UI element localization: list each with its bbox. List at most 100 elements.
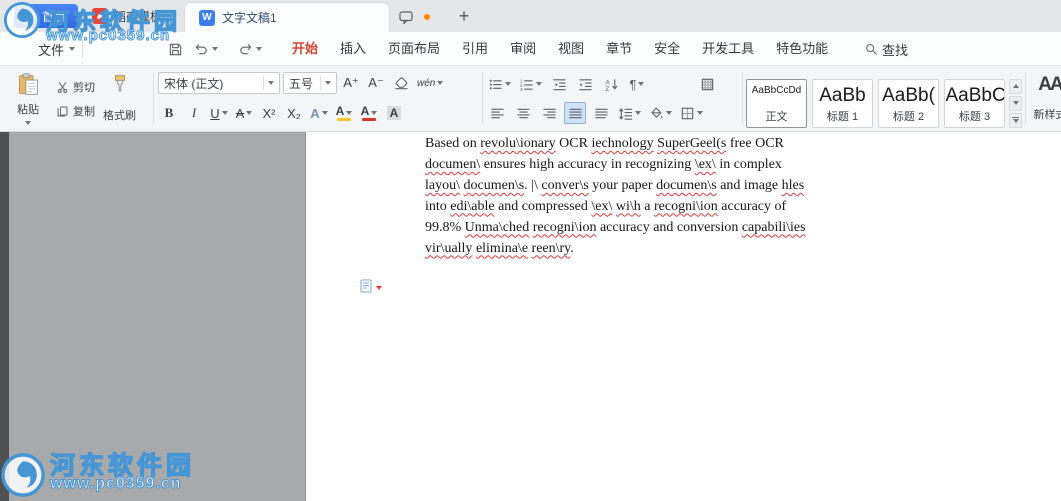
clipboard-group: 粘贴 剪切 复制 格式刷	[8, 70, 152, 128]
chevron-down-icon	[505, 82, 511, 86]
char-shading-button[interactable]: A	[383, 102, 405, 124]
sort-icon: AZ	[605, 78, 617, 92]
copy-button[interactable]: 复制	[56, 103, 95, 119]
doc-line: vir\ually elimina\e reen\ry.	[425, 239, 806, 260]
comment-icon[interactable]	[398, 9, 414, 25]
sort-button[interactable]: AZ	[600, 73, 622, 95]
save-button[interactable]	[166, 40, 184, 58]
underline-glyph: U	[210, 105, 220, 121]
menu-tab-开始[interactable]: 开始	[281, 32, 329, 66]
menu-tab-安全[interactable]: 安全	[643, 32, 691, 66]
style-label: 标题 2	[892, 110, 925, 123]
style-preview: AaBbC	[945, 84, 1004, 106]
divider	[82, 40, 83, 58]
styles-scroll-down-button[interactable]	[1009, 95, 1022, 111]
decrease-indent-button[interactable]	[548, 73, 570, 95]
misspelled-word: Unma\ched	[464, 219, 530, 235]
styles-more-button[interactable]	[1009, 112, 1022, 128]
menu-tab-审阅[interactable]: 审阅	[499, 32, 547, 66]
menubar: 文件 开始 插入 页面布局 引用 审阅 视图 章节 安全 开发工具 特色功能 查找	[0, 32, 1061, 66]
underline-button[interactable]: U	[208, 102, 230, 124]
chevron-down-icon	[371, 111, 378, 115]
doc-line: 99.8% Unma\ched recogni\ion accuracy and…	[425, 218, 806, 239]
misspelled-word: documen\s	[463, 177, 525, 193]
font-family-value: 宋体 (正文)	[164, 76, 224, 91]
menu-tab-特色功能[interactable]: 特色功能	[765, 32, 839, 66]
undo-dropdown-caret[interactable]	[212, 47, 218, 51]
chevron-down-icon	[437, 81, 444, 85]
menu-tab-插入[interactable]: 插入	[329, 32, 377, 66]
show-marks-button[interactable]: ¶	[626, 73, 648, 95]
document-page[interactable]: Based on revolu\ionary OCR iechnology Su…	[305, 132, 1061, 501]
line-spacing-button[interactable]	[616, 102, 643, 124]
chevron-down-icon	[666, 111, 672, 115]
styles-group: AaBbCcDd 正文 AaBb 标题 1 AaBb(标题 2 AaBbC 标题 3	[746, 74, 1022, 132]
style-option-正文[interactable]: AaBbCcDd 正文	[746, 78, 807, 128]
font-size-select[interactable]: 五号	[283, 72, 337, 94]
italic-button[interactable]: I	[183, 102, 205, 124]
new-style-group[interactable]: AA 新样式	[1030, 70, 1061, 128]
undo-button[interactable]	[192, 40, 210, 58]
superscript-button[interactable]: X²	[258, 102, 280, 124]
new-tab-button[interactable]: +	[452, 4, 476, 28]
cut-button[interactable]: 剪切	[56, 79, 95, 95]
chevron-down-icon	[246, 111, 253, 115]
menu-tab-引用[interactable]: 引用	[451, 32, 499, 66]
clear-format-button[interactable]	[390, 72, 412, 94]
shrink-font-button[interactable]: A⁻	[365, 72, 387, 94]
text-segment: Based on	[425, 136, 481, 151]
redo-button[interactable]	[236, 40, 254, 58]
home-button[interactable]: 首页	[14, 4, 78, 28]
paste-button[interactable]: 粘贴	[8, 70, 48, 128]
scissors-icon	[57, 81, 68, 93]
text-segment: your paper	[588, 177, 657, 193]
text-segment: 99.8%	[425, 219, 465, 235]
brush-icon	[114, 75, 125, 93]
paper-grid-button[interactable]	[696, 73, 718, 95]
align-right-button[interactable]	[538, 102, 560, 124]
text-effects-button[interactable]: A	[308, 102, 330, 124]
subscript-button[interactable]: X₂	[283, 102, 305, 124]
borders-button[interactable]	[678, 102, 705, 124]
find-label: 查找	[882, 42, 909, 58]
paste-options-float-button[interactable]	[358, 278, 382, 294]
style-option-标题 3[interactable]: AaBbC 标题 3	[944, 78, 1005, 128]
doc-line: into edi\able and compressed \ex\ wi\h a…	[425, 197, 806, 218]
align-justify-button[interactable]	[564, 102, 586, 124]
font-family-select[interactable]: 宋体 (正文)	[158, 72, 280, 94]
find-button[interactable]: 查找	[864, 32, 908, 66]
grow-font-button[interactable]: A⁺	[340, 72, 362, 94]
font-color-button[interactable]: A	[358, 102, 380, 124]
divider	[1025, 72, 1026, 124]
strikethrough-button[interactable]: A	[233, 102, 255, 124]
format-painter-button[interactable]: 格式刷	[103, 70, 136, 128]
numbered-list-button[interactable]: 123	[517, 73, 544, 95]
menu-tab-页面布局[interactable]: 页面布局	[377, 32, 451, 66]
wps-window: 首页 稻壳模板 W 文字文稿1 + 文件 开始 插入 页面布局 引用 审阅 视图…	[0, 0, 1061, 501]
style-option-标题 1[interactable]: AaBb 标题 1	[812, 78, 873, 128]
menu-tab-开发工具[interactable]: 开发工具	[691, 32, 765, 66]
style-option-标题 2[interactable]: AaBb(标题 2	[878, 78, 939, 128]
styles-scrollbar	[1009, 78, 1022, 128]
bold-button[interactable]: B	[158, 102, 180, 124]
pinyin-guide-button[interactable]: wén	[415, 72, 445, 94]
menu-tab-视图[interactable]: 视图	[547, 32, 595, 66]
style-label: 标题 3	[958, 110, 991, 123]
home-icon	[27, 11, 37, 21]
file-menu-button[interactable]: 文件	[38, 39, 76, 59]
highlight-color-button[interactable]: A	[333, 102, 355, 124]
align-distribute-button[interactable]	[590, 102, 612, 124]
styles-scroll-up-button[interactable]	[1009, 78, 1022, 94]
text-segment: ensures high accuracy in recognizing	[480, 156, 695, 172]
align-center-button[interactable]	[512, 102, 534, 124]
align-left-button[interactable]	[486, 102, 508, 124]
increase-indent-button[interactable]	[574, 73, 596, 95]
menu-tab-章节[interactable]: 章节	[595, 32, 643, 66]
tab-document[interactable]: W 文字文稿1	[184, 2, 390, 32]
eraser-icon	[394, 76, 408, 89]
shading-fill-button[interactable]	[647, 102, 674, 124]
bullet-list-button[interactable]	[486, 73, 513, 95]
tab-docer-templates[interactable]: 稻壳模板	[84, 4, 180, 28]
redo-dropdown-caret[interactable]	[256, 47, 262, 51]
docer-icon	[92, 8, 108, 24]
